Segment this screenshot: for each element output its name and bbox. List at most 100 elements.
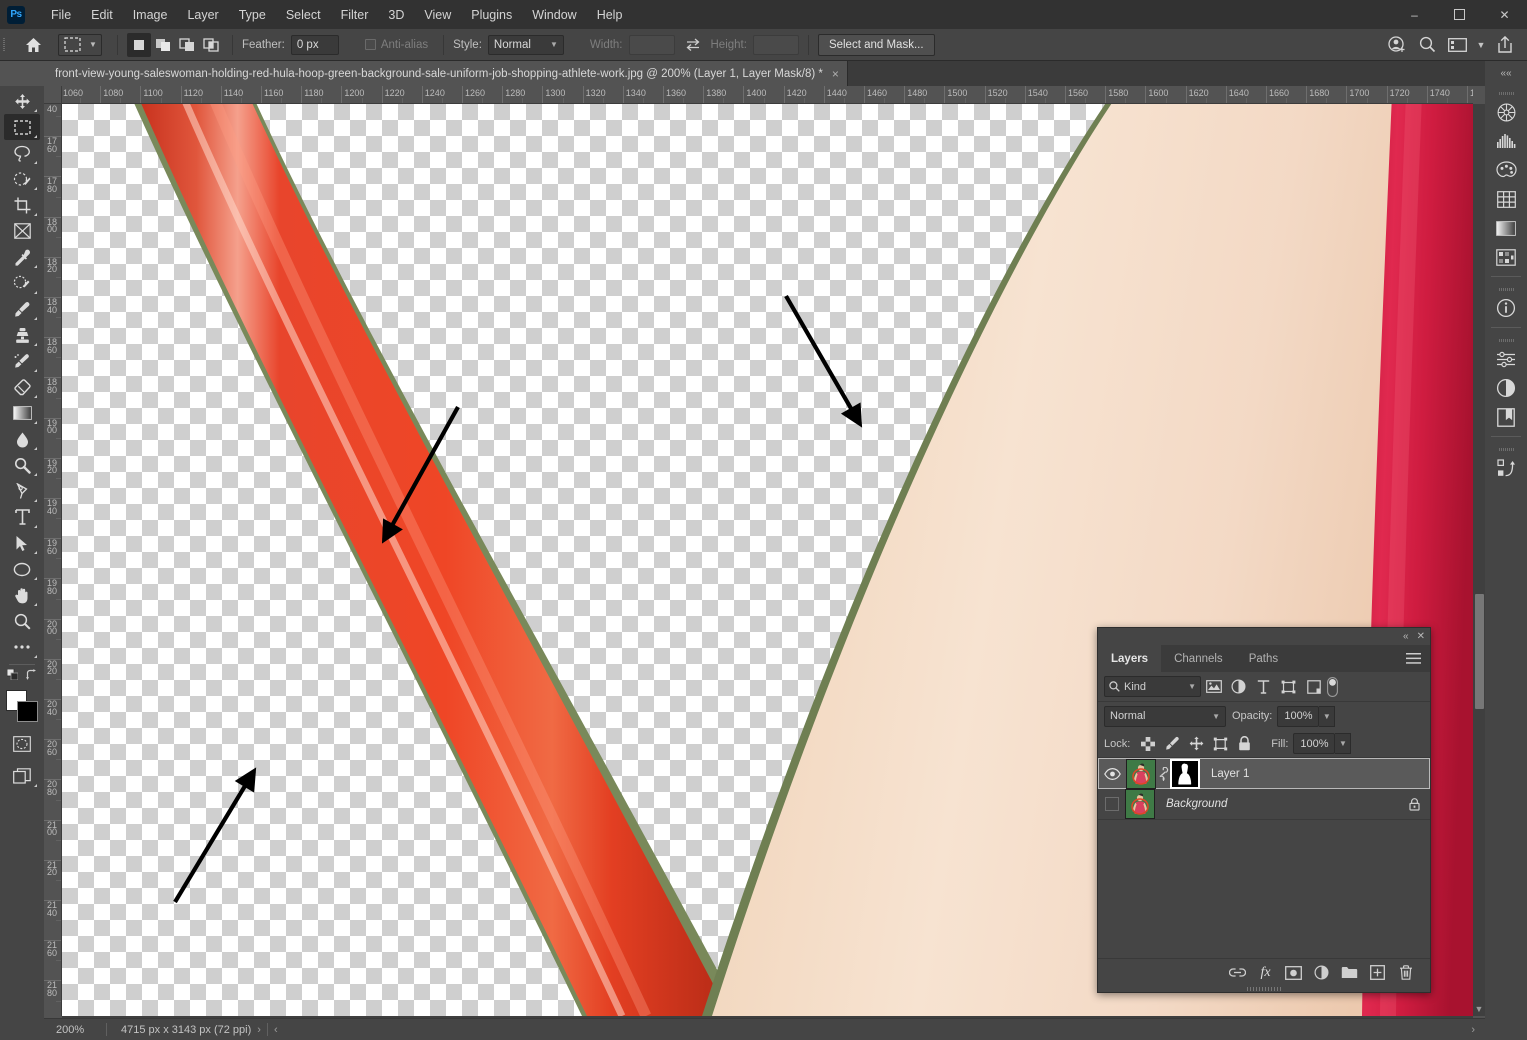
object-selection-tool[interactable] [4, 166, 40, 192]
chevron-down-icon[interactable]: ▼ [1473, 1004, 1485, 1014]
add-collaborator-icon[interactable] [1383, 32, 1411, 58]
add-layer-style-icon[interactable]: fx [1255, 962, 1276, 983]
screen-mode-icon[interactable] [4, 763, 40, 789]
close-icon[interactable]: × [832, 67, 839, 81]
menu-item-help[interactable]: Help [587, 4, 633, 26]
status-expand-arrow[interactable]: › [251, 1024, 267, 1036]
history-brush-tool[interactable] [4, 348, 40, 374]
filter-shape-icon[interactable] [1276, 676, 1301, 698]
document-tab[interactable]: front-view-young-saleswoman-holding-red-… [44, 61, 848, 86]
table-row[interactable]: Layer 1 [1098, 758, 1430, 789]
dock-grip[interactable] [1498, 339, 1514, 342]
height-input[interactable] [752, 34, 799, 55]
vertical-ruler[interactable]: 1740 1760 1780 1800 1820 1840 1860 1880 1900 1920… [44, 104, 62, 1016]
opacity-input[interactable]: 100% [1277, 705, 1320, 727]
anti-alias-checkbox[interactable] [364, 39, 376, 50]
pen-tool[interactable] [4, 478, 40, 504]
layer-thumbnail[interactable] [1125, 789, 1155, 819]
frame-tool[interactable] [4, 218, 40, 244]
menu-item-type[interactable]: Type [229, 4, 276, 26]
menu-item-window[interactable]: Window [522, 4, 586, 26]
swatches-palette-icon[interactable] [1487, 156, 1525, 184]
dock-grip[interactable] [1498, 92, 1514, 95]
menu-item-image[interactable]: Image [123, 4, 178, 26]
vertical-scrollbar-thumb[interactable] [1475, 594, 1484, 709]
panel-menu-icon[interactable] [1406, 645, 1430, 672]
lock-all-icon[interactable] [1233, 733, 1255, 755]
layer-visibility-toggle[interactable] [1099, 758, 1126, 789]
spot-healing-brush-tool[interactable] [4, 270, 40, 296]
dock-grip[interactable] [1498, 448, 1514, 451]
fill-chevron-icon[interactable]: ▼ [1335, 733, 1352, 754]
rectangular-marquee-tool[interactable] [4, 114, 40, 140]
info-icon[interactable] [1487, 294, 1525, 322]
panel-resize-grip[interactable] [1098, 986, 1430, 992]
properties-sliders-icon[interactable] [1487, 345, 1525, 373]
brush-tool[interactable] [4, 296, 40, 322]
status-prev-arrow[interactable]: ‹ [268, 1024, 284, 1036]
layer-mask-thumbnail[interactable] [1170, 758, 1200, 789]
patterns-grid-icon[interactable] [1487, 185, 1525, 213]
blend-mode-select[interactable]: Normal ▼ [1104, 705, 1226, 727]
filter-pixel-icon[interactable] [1201, 676, 1226, 698]
eyedropper-tool[interactable] [4, 244, 40, 270]
new-group-icon[interactable] [1339, 962, 1360, 983]
select-and-mask-button[interactable]: Select and Mask... [817, 33, 935, 56]
add-layer-mask-icon[interactable] [1283, 962, 1304, 983]
share-icon[interactable] [1491, 32, 1519, 58]
filter-type-icon[interactable] [1251, 676, 1276, 698]
type-tool[interactable] [4, 504, 40, 530]
new-adjustment-layer-icon[interactable] [1311, 962, 1332, 983]
tool-preset-picker[interactable]: ▼ [58, 33, 102, 56]
menu-item-layer[interactable]: Layer [177, 4, 228, 26]
status-right-arrow[interactable]: › [1471, 1024, 1485, 1036]
close-icon[interactable]: ✕ [1417, 631, 1425, 642]
menu-item-filter[interactable]: Filter [331, 4, 379, 26]
lock-image-pixels-icon[interactable] [1161, 733, 1183, 755]
lock-artboard-icon[interactable] [1209, 733, 1231, 755]
layer-name[interactable]: Layer 1 [1211, 768, 1249, 780]
actions-icon[interactable] [1487, 454, 1525, 482]
menu-item-edit[interactable]: Edit [81, 4, 123, 26]
clone-stamp-tool[interactable] [4, 322, 40, 348]
link-layers-icon[interactable] [1227, 962, 1248, 983]
opacity-chevron-icon[interactable]: ▼ [1319, 705, 1336, 727]
menu-item-view[interactable]: View [414, 4, 461, 26]
new-layer-icon[interactable] [1367, 962, 1388, 983]
adjustments-color-wheel-icon[interactable] [1487, 98, 1525, 126]
styles-icon[interactable] [1487, 243, 1525, 271]
dock-grip[interactable] [1498, 288, 1514, 291]
feather-input[interactable]: 0 px [290, 34, 339, 55]
horizontal-ruler[interactable]: 1060 1080 1100 1120 1140 1160 1180 1200 1220 1240… [62, 86, 1473, 104]
vertical-scrollbar[interactable]: ▼ [1473, 104, 1485, 1016]
ellipse-tool[interactable] [4, 556, 40, 582]
layer-mask-link-icon[interactable] [1156, 766, 1170, 781]
filter-adjustment-icon[interactable] [1226, 676, 1251, 698]
hand-tool[interactable] [4, 582, 40, 608]
tab-channels[interactable]: Channels [1161, 645, 1236, 672]
adjustments-half-circle-icon[interactable] [1487, 374, 1525, 402]
blur-tool[interactable] [4, 426, 40, 452]
subtract-from-selection-button[interactable] [175, 33, 199, 57]
search-icon[interactable] [1413, 32, 1441, 58]
gradients-icon[interactable] [1487, 214, 1525, 242]
lasso-tool[interactable] [4, 140, 40, 166]
minimize-button[interactable]: – [1392, 0, 1437, 29]
histogram-icon[interactable] [1487, 127, 1525, 155]
add-to-selection-button[interactable] [151, 33, 175, 57]
layer-name[interactable]: Background [1166, 798, 1227, 810]
style-select[interactable]: Normal ▼ [487, 34, 564, 55]
tab-paths[interactable]: Paths [1236, 645, 1291, 672]
menu-item-plugins[interactable]: Plugins [461, 4, 522, 26]
edit-toolbar-tool[interactable] [4, 634, 40, 660]
maximize-button[interactable] [1437, 0, 1482, 29]
filter-kind-select[interactable]: Kind ▼ [1104, 676, 1201, 697]
new-selection-button[interactable] [127, 32, 151, 57]
width-input[interactable] [628, 34, 675, 55]
path-selection-tool[interactable] [4, 530, 40, 556]
dodge-tool[interactable] [4, 452, 40, 478]
libraries-icon[interactable] [1487, 403, 1525, 431]
table-row[interactable]: Background [1098, 789, 1430, 820]
menu-item-select[interactable]: Select [276, 4, 331, 26]
zoom-tool[interactable] [4, 608, 40, 634]
